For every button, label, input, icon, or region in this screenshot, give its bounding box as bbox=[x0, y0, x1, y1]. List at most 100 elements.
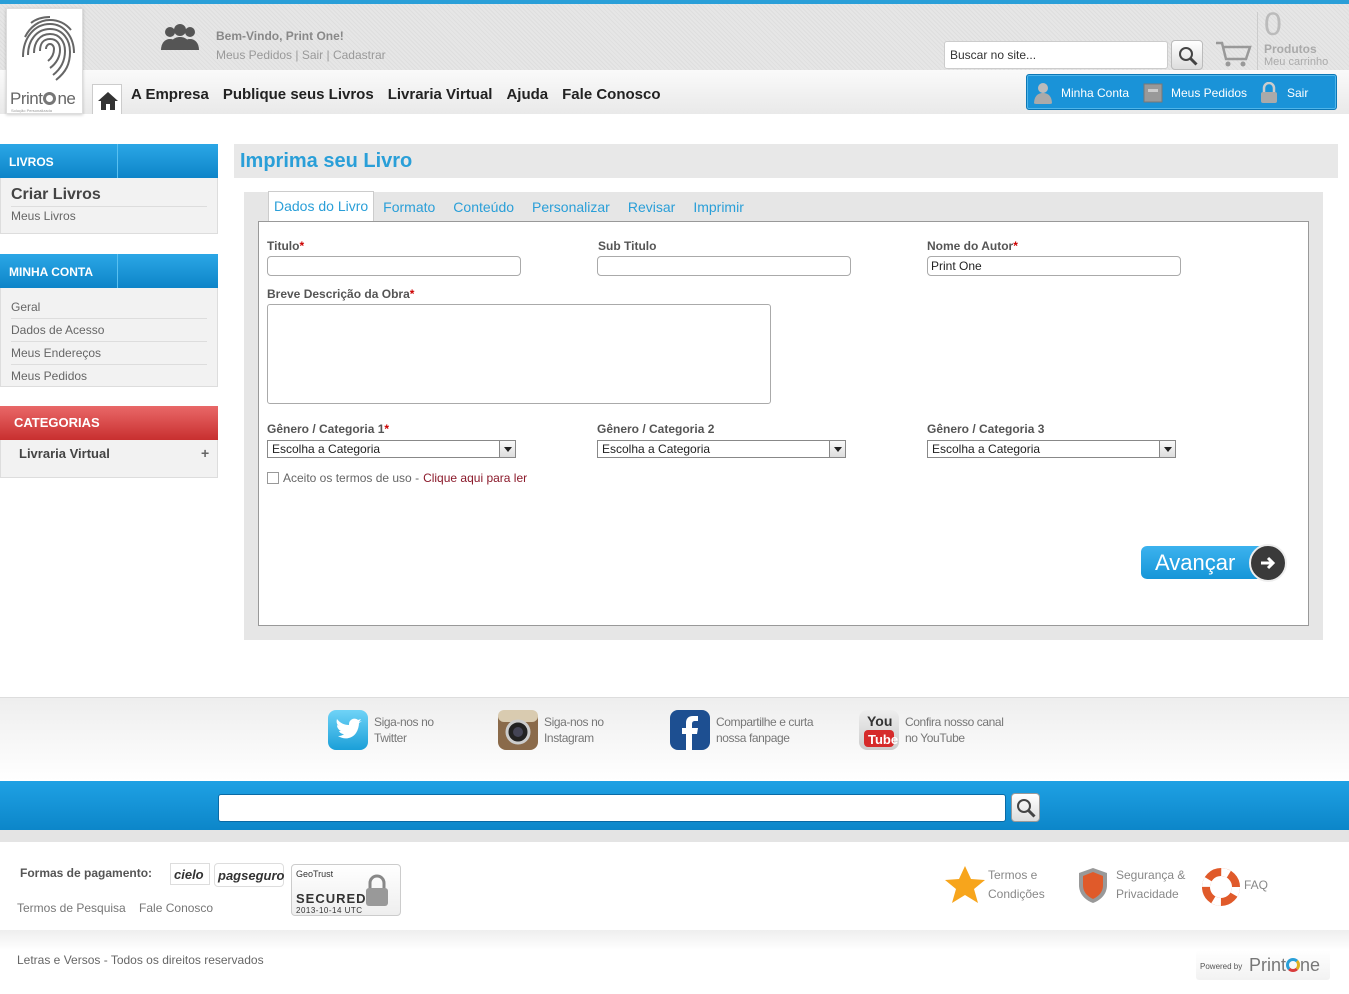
sidebar-item-meus-livros[interactable]: Meus Livros bbox=[11, 207, 207, 227]
powered-by[interactable]: Powered by Print ne bbox=[1196, 950, 1330, 980]
footer-band bbox=[0, 930, 1349, 950]
svg-text:You: You bbox=[867, 713, 892, 729]
terms-link[interactable]: Clique aqui para ler bbox=[423, 471, 527, 485]
terms-row: Aceito os termos de uso - Clique aqui pa… bbox=[267, 471, 527, 485]
cart-sublabel[interactable]: Meu carrinho bbox=[1264, 56, 1328, 68]
sidebar-livros: LIVROS Criar Livros Meus Livros bbox=[0, 144, 218, 234]
lock-icon bbox=[1261, 82, 1277, 103]
page-title-bar: Imprima seu Livro bbox=[230, 144, 1338, 178]
youtube-icon: You Tube bbox=[859, 710, 899, 750]
tab-imprimir[interactable]: Imprimir bbox=[684, 193, 753, 222]
cart-count: 0 bbox=[1264, 6, 1282, 42]
shield-icon bbox=[1079, 868, 1107, 903]
tab-formato[interactable]: Formato bbox=[374, 193, 444, 222]
site-search-input[interactable] bbox=[944, 41, 1168, 69]
payment-label: Formas de pagamento: bbox=[20, 866, 153, 880]
user-links[interactable]: Meus Pedidos | Sair | Cadastrar bbox=[216, 48, 386, 62]
footer-links[interactable]: Termos de Pesquisa Fale Conosco bbox=[17, 901, 213, 915]
genero2-select[interactable]: Escolha a Categoria bbox=[597, 440, 846, 458]
instagram-icon bbox=[498, 710, 538, 750]
nav-item-publique[interactable]: Publique seus Livros bbox=[223, 86, 374, 103]
box-icon bbox=[1143, 83, 1163, 103]
tab-conteudo[interactable]: Conteúdo bbox=[444, 193, 523, 222]
nav-item-empresa[interactable]: A Empresa bbox=[131, 86, 209, 103]
genero3-label: Gênero / Categoria 3 bbox=[927, 422, 1045, 436]
arrow-right-icon bbox=[1249, 544, 1287, 582]
genero3-select[interactable]: Escolha a Categoria bbox=[927, 440, 1176, 458]
chevron-down-icon bbox=[829, 441, 845, 457]
nav-item-livraria[interactable]: Livraria Virtual bbox=[388, 86, 493, 103]
home-button[interactable] bbox=[92, 84, 122, 114]
terms-conditions-link[interactable]: Termos e Condições bbox=[988, 866, 1045, 904]
cart-separator bbox=[1257, 12, 1258, 70]
terms-text: Aceito os termos de uso - bbox=[283, 471, 420, 485]
page-title: Imprima seu Livro bbox=[240, 150, 413, 172]
footer-divider bbox=[0, 830, 1349, 842]
wizard-tabs: Dados do Livro Formato Conteúdo Personal… bbox=[268, 191, 753, 222]
cielo-logo: cielo bbox=[170, 863, 210, 885]
users-icon bbox=[161, 24, 199, 50]
nav-item-fale-conosco[interactable]: Fale Conosco bbox=[562, 86, 660, 103]
fingerprint-icon bbox=[22, 16, 75, 81]
cart-icon[interactable] bbox=[1214, 40, 1252, 68]
sidebar-item-pedidos[interactable]: Meus Pedidos bbox=[11, 365, 207, 387]
sidebar-categorias-title: CATEGORIAS bbox=[0, 406, 218, 440]
geotrust-seal[interactable]: GeoTrust SECURED 2013-10-14 UTC bbox=[291, 864, 401, 916]
star-icon bbox=[945, 866, 985, 903]
account-bar-sair[interactable]: Sair bbox=[1259, 75, 1308, 111]
sidebar-minha-conta-title: MINHA CONTA bbox=[0, 254, 218, 288]
user-icon bbox=[1034, 83, 1052, 104]
nav-item-ajuda[interactable]: Ajuda bbox=[506, 86, 548, 103]
security-privacy-link[interactable]: Segurança & Privacidade bbox=[1116, 866, 1185, 904]
sidebar-categorias: CATEGORIAS Livraria Virtual + bbox=[0, 406, 218, 478]
tab-personalizar[interactable]: Personalizar bbox=[523, 193, 619, 222]
subtitulo-label: Sub Titulo bbox=[598, 239, 657, 253]
padlock-icon bbox=[366, 874, 388, 906]
advance-button[interactable]: Avançar bbox=[1141, 544, 1289, 582]
autor-input[interactable] bbox=[927, 256, 1181, 276]
copyright: Letras e Versos - Todos os direitos rese… bbox=[17, 953, 264, 967]
chevron-down-icon bbox=[1159, 441, 1175, 457]
subtitulo-input[interactable] bbox=[597, 256, 851, 276]
logo[interactable]: Print ne Solução Personalizada bbox=[6, 8, 83, 114]
logo-text: Print ne bbox=[10, 89, 76, 108]
account-bar: Minha Conta Meus Pedidos Sair bbox=[1026, 74, 1337, 110]
sidebar-item-geral[interactable]: Geral bbox=[11, 296, 207, 319]
lifebuoy-icon bbox=[1202, 868, 1240, 906]
twitter-icon bbox=[328, 710, 368, 750]
footer-search-bar bbox=[0, 781, 1349, 830]
expand-icon[interactable]: + bbox=[201, 445, 209, 461]
home-icon bbox=[98, 92, 118, 110]
sidebar-item-criar-livros[interactable]: Criar Livros bbox=[11, 184, 207, 207]
sidebar-item-enderecos[interactable]: Meus Endereços bbox=[11, 342, 207, 365]
sidebar-item-dados-acesso[interactable]: Dados de Acesso bbox=[11, 319, 207, 342]
genero2-label: Gênero / Categoria 2 bbox=[597, 422, 715, 436]
facebook-icon bbox=[670, 710, 710, 750]
faq-link[interactable]: FAQ bbox=[1244, 876, 1268, 895]
svg-text:Tube: Tube bbox=[868, 732, 898, 747]
sidebar-livros-title: LIVROS bbox=[0, 144, 218, 178]
account-bar-minha-conta[interactable]: Minha Conta bbox=[1033, 75, 1129, 111]
titulo-input[interactable] bbox=[267, 256, 521, 276]
sidebar-minha-conta: MINHA CONTA Geral Dados de Acesso Meus E… bbox=[0, 254, 218, 387]
footer-search-input[interactable] bbox=[218, 794, 1006, 822]
sidebar-item-livraria-virtual[interactable]: Livraria Virtual bbox=[19, 446, 110, 461]
footer-search-button[interactable] bbox=[1011, 793, 1040, 822]
account-bar-meus-pedidos[interactable]: Meus Pedidos bbox=[1143, 75, 1247, 111]
tab-dados-livro[interactable]: Dados do Livro bbox=[268, 191, 375, 222]
welcome-text: Bem-Vindo, Print One! bbox=[216, 29, 344, 43]
cart-label[interactable]: Produtos bbox=[1264, 42, 1317, 56]
logo-tagline: Solução Personalizada bbox=[11, 108, 52, 113]
pagseguro-logo: pagseguro bbox=[214, 863, 284, 887]
tab-revisar[interactable]: Revisar bbox=[619, 193, 684, 222]
genero1-select[interactable]: Escolha a Categoria bbox=[267, 440, 516, 458]
terms-checkbox[interactable] bbox=[267, 472, 279, 484]
powered-logo: Print ne bbox=[1249, 955, 1321, 975]
main-nav: A Empresa Publique seus Livros Livraria … bbox=[131, 86, 661, 103]
descricao-label: Breve Descrição da Obra* bbox=[267, 287, 415, 301]
search-icon bbox=[1179, 47, 1198, 66]
autor-label: Nome do Autor* bbox=[927, 239, 1018, 253]
site-search-button[interactable] bbox=[1171, 40, 1203, 70]
titulo-label: Titulo* bbox=[267, 239, 305, 253]
descricao-textarea[interactable] bbox=[267, 304, 771, 404]
